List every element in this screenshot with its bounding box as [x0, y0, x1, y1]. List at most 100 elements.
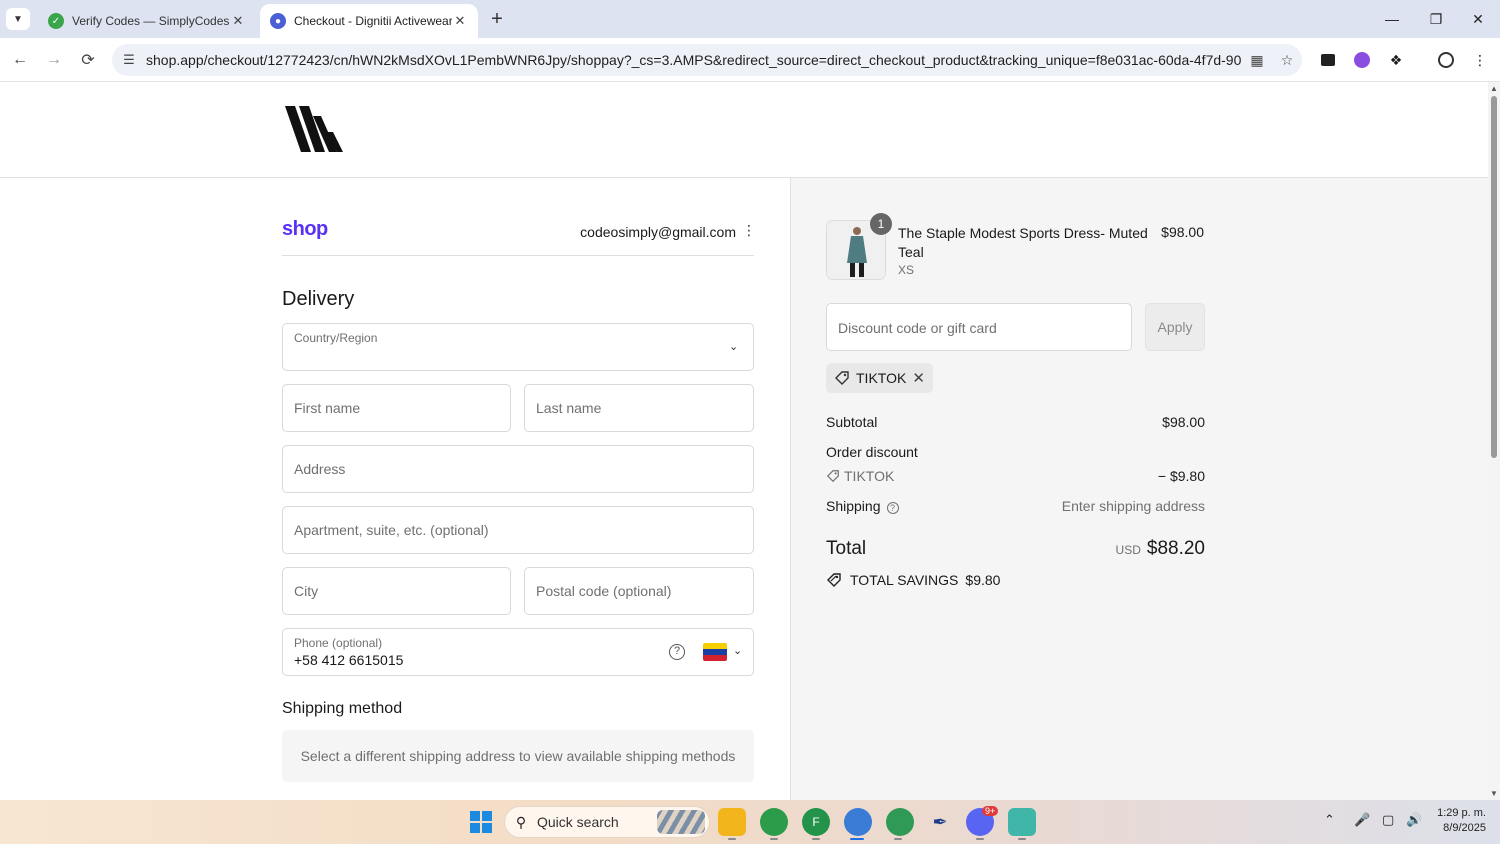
help-icon[interactable]: ? — [886, 502, 899, 514]
profile-icon[interactable] — [1434, 48, 1458, 72]
subtotal-label: Subtotal — [826, 414, 878, 430]
address-field[interactable]: Address — [282, 445, 754, 493]
restore-button[interactable]: ❐ — [1416, 6, 1456, 32]
address-bar[interactable]: ☰ shop.app/checkout/12772423/cn/hWN2kMsd… — [112, 44, 1302, 76]
bookmark-star-icon[interactable]: ☆ — [1272, 52, 1302, 69]
postal-code-field[interactable]: Postal code (optional) — [524, 567, 754, 615]
tab-strip: ▼ ✓ Verify Codes — SimplyCodes ✕ ● Check… — [0, 0, 1500, 38]
tab-simplycodes[interactable]: ✓ Verify Codes — SimplyCodes ✕ — [38, 4, 256, 38]
help-icon[interactable]: ? — [669, 644, 685, 660]
reload-button[interactable]: ⟳ — [76, 48, 100, 72]
scroll-down-icon[interactable]: ▼ — [1490, 789, 1498, 798]
back-button[interactable]: ← — [8, 48, 32, 72]
search-icon: ⚲ — [515, 813, 527, 830]
simplycodes-favicon-icon: ✓ — [48, 13, 64, 29]
site-info-icon[interactable]: ☰ — [112, 52, 146, 68]
remove-discount-icon[interactable]: ✕ — [912, 369, 925, 387]
extension-icon[interactable] — [1350, 48, 1374, 72]
dignitii-favicon-icon: ● — [270, 13, 286, 29]
running-indicator — [894, 838, 902, 840]
last-name-placeholder: Last name — [536, 400, 602, 416]
browser-toolbar: ← → ⟳ ☰ shop.app/checkout/12772423/cn/hW… — [0, 38, 1500, 82]
tab-title: Checkout - Dignitii Activewear — [294, 14, 452, 28]
chrome-profile-icon[interactable]: F — [802, 808, 830, 836]
quantity-badge: 1 — [870, 213, 892, 235]
volume-icon[interactable]: 🔊 — [1406, 812, 1422, 828]
close-window-button[interactable]: ✕ — [1458, 6, 1498, 32]
running-indicator — [812, 838, 820, 840]
running-indicator — [1018, 838, 1026, 840]
chrome-alt-icon[interactable] — [886, 808, 914, 836]
shipping-label: Shipping — [826, 498, 881, 514]
apply-discount-button[interactable]: Apply — [1145, 303, 1205, 351]
first-name-field[interactable]: First name — [282, 384, 511, 432]
store-logo-icon[interactable] — [283, 102, 347, 158]
clock-time: 1:29 p. m. — [1437, 807, 1486, 819]
total-value: $88.20 — [1146, 538, 1205, 559]
translate-icon[interactable]: ▦ — [1242, 52, 1272, 69]
product-variant: XS — [898, 263, 915, 277]
venezuela-flag-icon[interactable] — [703, 643, 727, 661]
close-tab-icon[interactable]: ✕ — [452, 13, 468, 29]
feather-app-icon[interactable]: ✒ — [926, 808, 954, 836]
scroll-thumb[interactable] — [1491, 96, 1497, 458]
show-hidden-icons-icon[interactable]: ⌃ — [1324, 812, 1335, 828]
phone-value[interactable]: +58 412 6615015 — [294, 652, 403, 668]
new-tab-button[interactable]: + — [486, 9, 508, 31]
country-label: Country/Region — [294, 331, 378, 345]
chevron-down-icon: ▼ — [13, 13, 23, 25]
clock-date: 8/9/2025 — [1443, 822, 1486, 834]
microphone-icon[interactable]: 🎤 — [1354, 812, 1370, 828]
apartment-placeholder: Apartment, suite, etc. (optional) — [294, 522, 489, 538]
chrome-active-icon[interactable] — [844, 808, 872, 836]
total-label: Total — [826, 538, 867, 559]
tag-icon — [834, 370, 852, 386]
tab-checkout[interactable]: ● Checkout - Dignitii Activewear ✕ — [260, 4, 478, 38]
total-currency: USD — [1115, 543, 1141, 557]
url-text[interactable]: shop.app/checkout/12772423/cn/hWN2kMsdXO… — [146, 52, 1242, 68]
discount-placeholder: Discount code or gift card — [838, 320, 997, 336]
address-placeholder: Address — [294, 461, 346, 477]
file-explorer-icon[interactable] — [718, 808, 746, 836]
minimize-button[interactable]: — — [1372, 6, 1412, 32]
running-indicator — [770, 838, 778, 840]
shop-pay-logo: shop — [282, 218, 328, 240]
scroll-up-icon[interactable]: ▲ — [1490, 84, 1498, 93]
tag-icon — [826, 470, 839, 483]
taskbar-search[interactable]: ⚲ Quick search — [504, 806, 710, 838]
apartment-field[interactable]: Apartment, suite, etc. (optional) — [282, 506, 754, 554]
windows-start-icon[interactable] — [467, 808, 495, 836]
city-field[interactable]: City — [282, 567, 511, 615]
country-select[interactable]: Country/Region ⌄ — [282, 323, 754, 371]
windows-taskbar: ⚲ Quick search F ✒ 9+ ⌃ 🎤 ▢ 🔊 — [0, 800, 1500, 844]
chrome-icon[interactable] — [760, 808, 788, 836]
account-menu-icon[interactable]: ⋮ — [742, 222, 756, 239]
checkout-page: shop codeosimply@gmail.com ⋮ Delivery Co… — [0, 82, 1488, 800]
savings-tag-icon — [827, 573, 841, 587]
phone-field[interactable]: Phone (optional) +58 412 6615015 ? ⌄ — [282, 628, 754, 676]
media-icon[interactable] — [1316, 48, 1340, 72]
subtotal-value: $98.00 — [1162, 414, 1205, 430]
close-tab-icon[interactable]: ✕ — [230, 13, 246, 29]
shipping-method-heading: Shipping method — [282, 700, 403, 717]
savings-label: TOTAL SAVINGS — [850, 572, 959, 588]
account-email: codeosimply@gmail.com — [580, 224, 736, 240]
menu-icon[interactable]: ⋮ — [1468, 48, 1492, 72]
last-name-field[interactable]: Last name — [524, 384, 754, 432]
shipping-row: Shipping? — [826, 498, 899, 514]
app-icon[interactable] — [1008, 808, 1036, 836]
page-scrollbar[interactable]: ▲ ▼ — [1488, 82, 1500, 800]
store-header — [0, 82, 1488, 178]
chevron-down-icon[interactable]: ⌄ — [733, 644, 742, 657]
discount-code-input[interactable]: Discount code or gift card — [826, 303, 1132, 351]
shipping-value: Enter shipping address — [1061, 498, 1205, 514]
taskbar-clock[interactable]: 1:29 p. m. 8/9/2025 — [1430, 806, 1486, 836]
phone-label: Phone (optional) — [294, 636, 383, 650]
extensions-puzzle-icon[interactable]: ❖ — [1384, 48, 1408, 72]
tab-search-button[interactable]: ▼ — [6, 8, 30, 30]
forward-button[interactable]: → — [42, 48, 66, 72]
applied-code-text: TIKTOK — [856, 370, 907, 386]
chevron-down-icon: ⌄ — [729, 341, 739, 353]
product-price: $98.00 — [1161, 224, 1204, 240]
network-icon[interactable]: ▢ — [1382, 812, 1394, 828]
